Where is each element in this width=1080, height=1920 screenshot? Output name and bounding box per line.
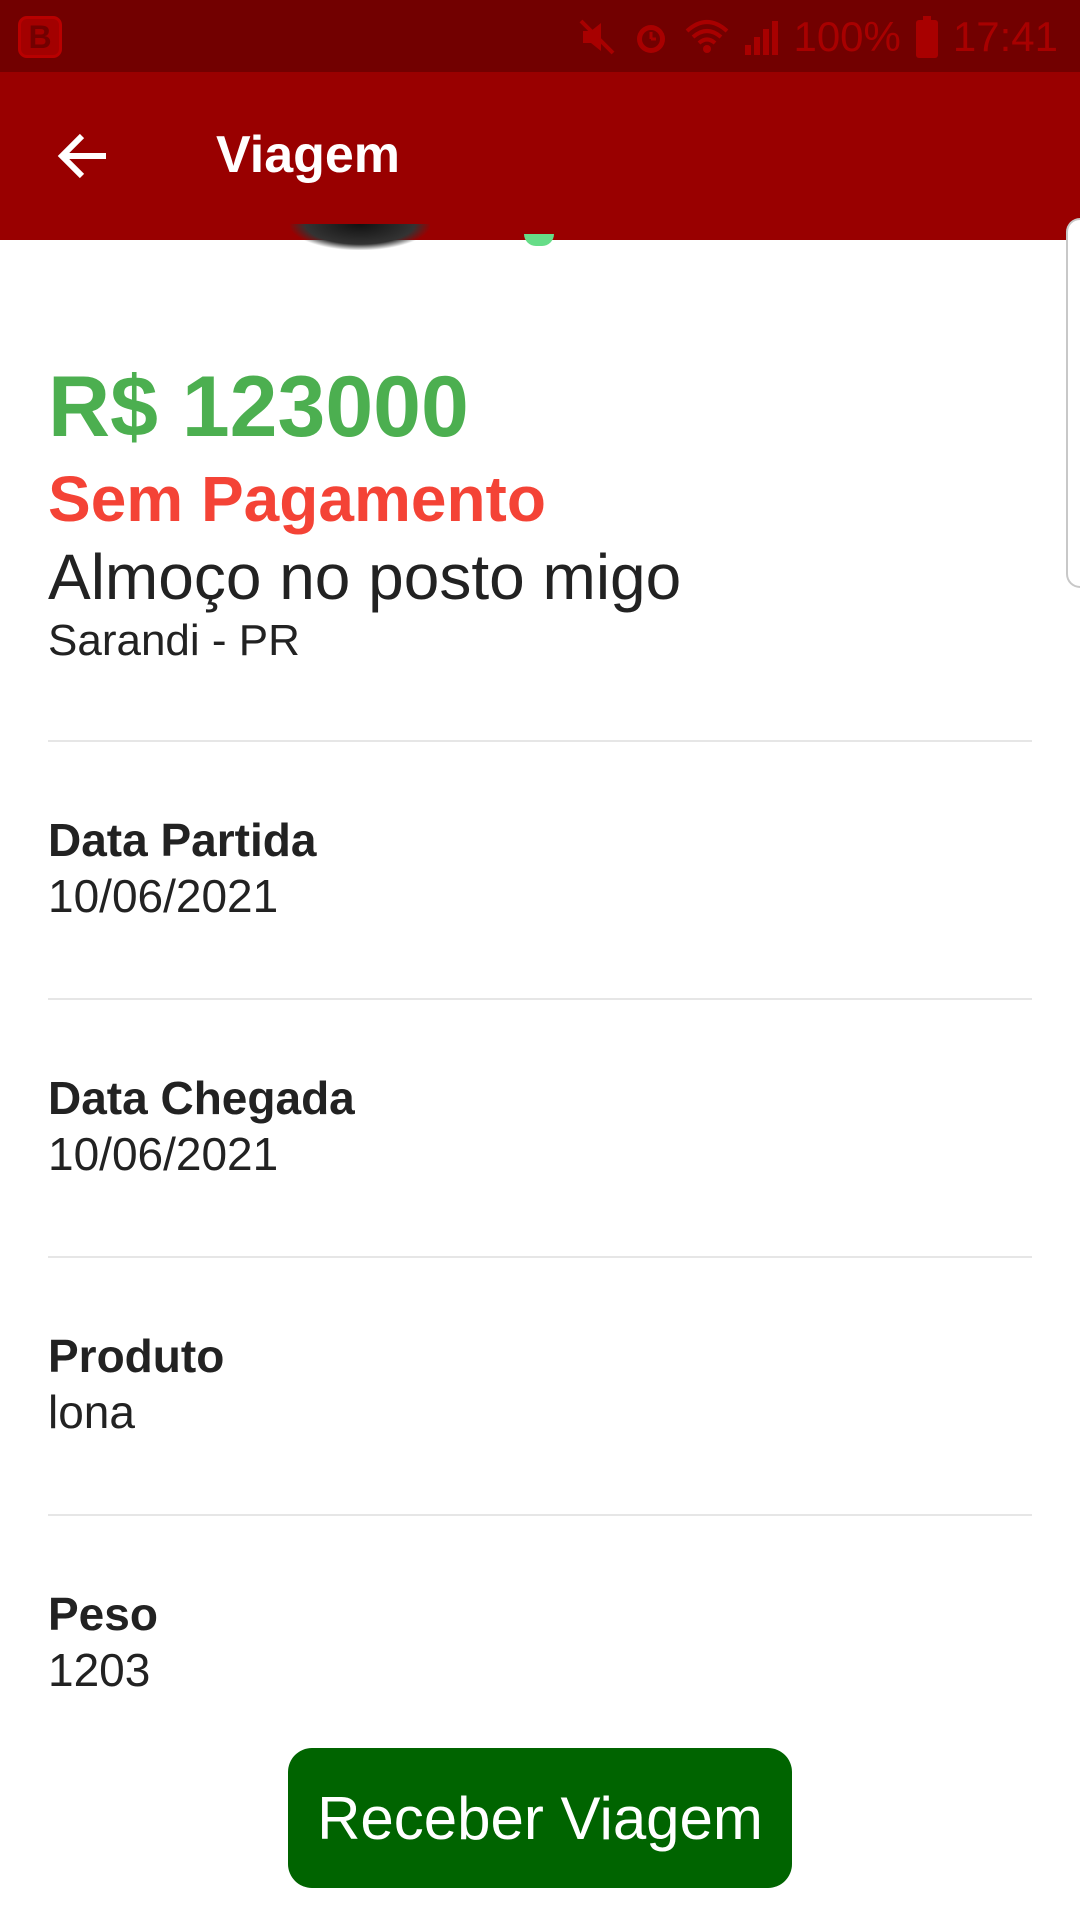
product-value: lona xyxy=(48,1386,135,1438)
wifi-icon xyxy=(685,17,729,57)
product-label: Produto xyxy=(48,1330,225,1382)
divider xyxy=(48,740,1032,742)
signal-icon xyxy=(743,17,779,57)
departure-date-value: 10/06/2021 xyxy=(48,870,279,922)
app-notification-icon: B xyxy=(18,16,62,58)
weight-value: 1203 xyxy=(48,1644,151,1696)
online-status-dot xyxy=(524,234,554,246)
status-bar: B 100% 17:41 xyxy=(0,0,1080,72)
mute-icon xyxy=(577,17,617,57)
scroll-indicator[interactable] xyxy=(1066,218,1080,588)
arrival-date-value: 10/06/2021 xyxy=(48,1128,279,1180)
receive-trip-button[interactable]: Receber Viagem xyxy=(288,1748,792,1888)
divider xyxy=(48,1256,1032,1258)
arrival-date-label: Data Chegada xyxy=(48,1072,355,1124)
trip-title: Almoço no posto migo xyxy=(48,541,682,613)
divider xyxy=(48,1514,1032,1516)
weight-label: Peso xyxy=(48,1588,158,1640)
page-title: Viagem xyxy=(216,126,401,184)
trip-price: R$ 123000 xyxy=(48,359,469,455)
battery-percentage: 100% xyxy=(793,13,901,60)
arrival-date-field: Data Chegada 10/06/2021 xyxy=(48,1070,1032,1182)
app-bar: Viagem xyxy=(0,72,1080,240)
product-field: Produto lona xyxy=(48,1328,1032,1440)
clock: 17:41 xyxy=(952,13,1058,60)
departure-date-field: Data Partida 10/06/2021 xyxy=(48,812,1032,924)
avatar xyxy=(290,224,430,250)
arrow-left-icon xyxy=(56,132,108,185)
status-icons: 100% 17:41 xyxy=(577,12,1058,62)
divider xyxy=(48,998,1032,1000)
trip-location: Sarandi - PR xyxy=(48,616,300,665)
payment-status: Sem Pagamento xyxy=(48,463,546,535)
battery-icon xyxy=(915,16,939,58)
weight-field: Peso 1203 xyxy=(48,1586,1032,1698)
back-button[interactable] xyxy=(46,122,118,194)
alarm-icon xyxy=(631,17,671,57)
departure-date-label: Data Partida xyxy=(48,814,317,866)
